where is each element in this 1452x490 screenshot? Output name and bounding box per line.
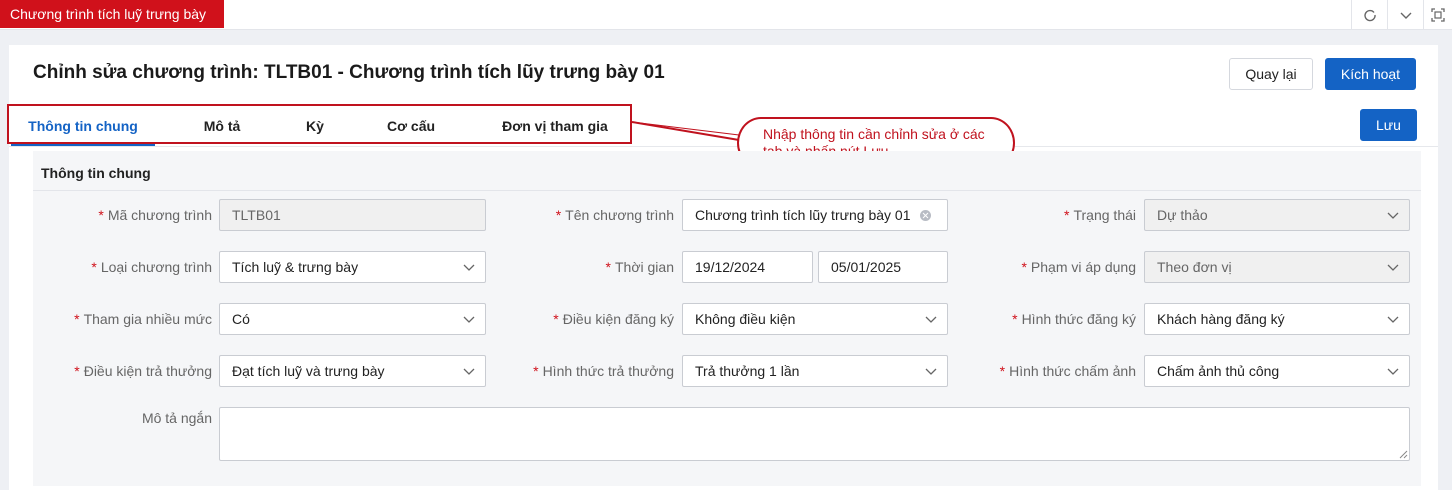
program-name-label: * Tên chương trình — [555, 207, 674, 223]
chevron-down-icon — [925, 368, 937, 375]
reward-type-label: * Hình thức trả thưởng — [533, 363, 674, 379]
program-type-label: * Loại chương trình — [91, 259, 212, 275]
register-type-label: * Hình thức đăng ký — [1012, 311, 1136, 327]
reward-condition-select[interactable]: Đạt tích luỹ và trưng bày — [219, 355, 486, 387]
general-info-section: Thông tin chung * Mã chương trình TLTB01 … — [33, 151, 1421, 486]
time-label: * Thời gian — [605, 259, 674, 275]
section-divider — [33, 190, 1421, 191]
chevron-down-icon — [1387, 264, 1399, 271]
short-description-label: Mô tả ngắn — [141, 410, 212, 426]
chevron-down-icon — [1387, 316, 1399, 323]
program-type-select[interactable]: Tích luỹ & trưng bày — [219, 251, 486, 283]
end-date-field[interactable]: 05/01/2025 — [818, 251, 948, 283]
chevron-down-icon — [1387, 212, 1399, 219]
status-label: * Trạng thái — [1064, 207, 1136, 223]
register-condition-label: * Điều kiện đăng ký — [553, 311, 674, 327]
page-title: Chỉnh sửa chương trình: TLTB01 - Chương … — [33, 62, 665, 83]
save-button[interactable]: Lưu — [1360, 109, 1417, 141]
scope-label: * Phạm vi áp dụng — [1021, 259, 1136, 275]
register-condition-select[interactable]: Không điều kiện — [682, 303, 948, 335]
multi-level-label: * Tham gia nhiều mức — [74, 311, 212, 327]
main-panel: Chỉnh sửa chương trình: TLTB01 - Chương … — [7, 45, 1438, 490]
chevron-down-icon — [925, 316, 937, 323]
back-button[interactable]: Quay lại — [1229, 58, 1313, 90]
chevron-down-icon — [463, 368, 475, 375]
chevron-down-icon — [463, 316, 475, 323]
tabs-highlight-box — [7, 104, 632, 144]
program-name-field[interactable]: Chương trình tích lũy trưng bày 01 — [682, 199, 948, 231]
scope-select: Theo đơn vị — [1144, 251, 1410, 283]
short-description-field[interactable] — [219, 407, 1410, 461]
chevron-down-icon — [1387, 368, 1399, 375]
multi-level-select[interactable]: Có — [219, 303, 486, 335]
app-tab[interactable]: Chương trình tích luỹ trưng bày — [0, 0, 225, 28]
status-select: Dự thảo — [1144, 199, 1410, 231]
program-code-field: TLTB01 — [219, 199, 486, 231]
reward-condition-label: * Điều kiện trả thưởng — [74, 363, 212, 379]
start-date-field[interactable]: 19/12/2024 — [682, 251, 813, 283]
section-title: Thông tin chung — [41, 165, 151, 181]
clear-icon[interactable] — [920, 210, 931, 221]
chevron-down-icon — [463, 264, 475, 271]
maximize-icon[interactable] — [1423, 0, 1452, 30]
reward-type-select[interactable]: Trả thưởng 1 lần — [682, 355, 948, 387]
photo-scoring-select[interactable]: Chấm ảnh thủ công — [1144, 355, 1410, 387]
refresh-icon[interactable] — [1351, 0, 1387, 30]
window-topbar: Chương trình tích luỹ trưng bày — [0, 0, 1452, 30]
program-code-label: * Mã chương trình — [98, 207, 212, 223]
photo-scoring-label: * Hình thức chấm ảnh — [999, 363, 1136, 379]
register-type-select[interactable]: Khách hàng đăng ký — [1144, 303, 1410, 335]
activate-button[interactable]: Kích hoạt — [1325, 58, 1416, 90]
tab-divider — [9, 146, 1438, 147]
chevron-down-icon[interactable] — [1387, 0, 1423, 30]
resize-handle-icon[interactable] — [1396, 447, 1408, 459]
